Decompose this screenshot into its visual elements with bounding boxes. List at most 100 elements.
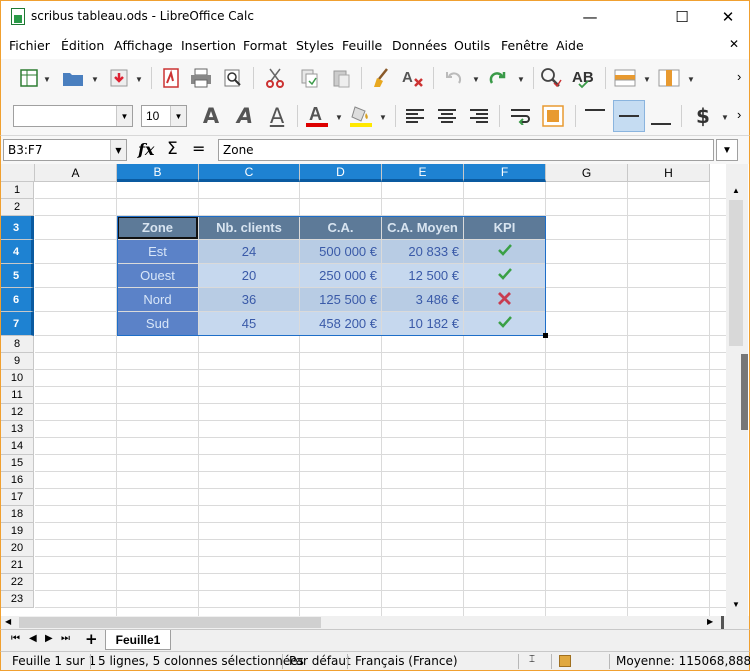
zone-cell[interactable]: Sud xyxy=(117,312,198,335)
row-header-18[interactable]: 18 xyxy=(1,506,34,523)
column-header-e[interactable]: E xyxy=(382,164,464,182)
kpi-cell[interactable] xyxy=(464,240,545,263)
close-document-icon[interactable]: ✕ xyxy=(729,37,739,51)
hscroll-thumb[interactable] xyxy=(19,617,321,628)
menu-feuille[interactable]: Feuille xyxy=(342,38,382,53)
clients-cell[interactable]: 24 xyxy=(199,240,299,263)
vertical-scrollbar[interactable]: ▲ ▼ xyxy=(726,164,748,616)
row-header-5[interactable]: 5 xyxy=(1,264,34,288)
clients-cell[interactable]: 45 xyxy=(199,312,299,335)
kpi-cell[interactable] xyxy=(464,264,545,287)
row-header-9[interactable]: 9 xyxy=(1,353,34,370)
cut-icon[interactable] xyxy=(263,66,287,90)
row-header-2[interactable]: 2 xyxy=(1,199,34,216)
autofill-handle[interactable] xyxy=(543,333,548,338)
column-header-c[interactable]: C xyxy=(199,164,300,182)
underline-icon[interactable]: A xyxy=(265,104,289,128)
chevron-down-icon[interactable]: ▼ xyxy=(135,75,143,84)
row-header-8[interactable]: 8 xyxy=(1,336,34,353)
scroll-thumb[interactable] xyxy=(729,200,743,346)
ca-moyen-cell[interactable]: 3 486 € xyxy=(382,288,463,311)
italic-icon[interactable]: A xyxy=(233,104,257,128)
currency-format-icon[interactable]: $ xyxy=(691,104,715,128)
toolbar-overflow-icon[interactable]: › xyxy=(737,69,741,84)
row-header-22[interactable]: 22 xyxy=(1,574,34,591)
row-icon[interactable] xyxy=(613,66,637,90)
menu-outils[interactable]: Outils xyxy=(454,38,490,53)
merge-cells-icon[interactable] xyxy=(541,104,565,128)
print-preview-icon[interactable] xyxy=(221,66,245,90)
add-sheet-button[interactable]: + xyxy=(85,630,98,648)
clients-cell[interactable]: 36 xyxy=(199,288,299,311)
ca-moyen-cell[interactable]: 10 182 € xyxy=(382,312,463,335)
name-box[interactable]: B3:F7 ▼ xyxy=(3,139,127,161)
clone-formatting-icon[interactable] xyxy=(369,66,393,90)
row-header-17[interactable]: 17 xyxy=(1,489,34,506)
scroll-left-icon[interactable]: ◀ xyxy=(5,617,11,626)
row-header-13[interactable]: 13 xyxy=(1,421,34,438)
undo-icon[interactable] xyxy=(441,66,465,90)
row-header-1[interactable]: 1 xyxy=(1,182,34,199)
chevron-down-icon[interactable]: ▼ xyxy=(687,75,695,84)
chevron-down-icon[interactable]: ▼ xyxy=(643,75,651,84)
column-header-h[interactable]: H xyxy=(628,164,710,182)
menu-format[interactable]: Format xyxy=(243,38,287,53)
column-header-f[interactable]: F xyxy=(464,164,546,182)
kpi-cell[interactable] xyxy=(464,288,545,311)
save-icon[interactable] xyxy=(107,66,131,90)
ca-moyen-cell[interactable]: 20 833 € xyxy=(382,240,463,263)
new-spreadsheet-icon[interactable] xyxy=(17,66,41,90)
first-sheet-icon[interactable]: ⏮ xyxy=(11,633,20,644)
language[interactable]: Français (France) xyxy=(355,654,458,668)
export-pdf-icon[interactable] xyxy=(159,66,183,90)
chevron-down-icon[interactable]: ▼ xyxy=(110,140,126,160)
ca-cell[interactable]: 250 000 € xyxy=(300,264,381,287)
ca-moyen-cell[interactable]: 12 500 € xyxy=(382,264,463,287)
menu-styles[interactable]: Styles xyxy=(296,38,334,53)
maximize-button[interactable]: ☐ xyxy=(659,1,705,32)
chevron-down-icon[interactable]: ▼ xyxy=(335,113,343,122)
page-style[interactable]: Par défaut xyxy=(289,654,351,668)
align-left-icon[interactable] xyxy=(403,104,427,128)
zone-cell[interactable]: Nord xyxy=(117,288,198,311)
table-header-cell[interactable]: KPI xyxy=(464,216,545,239)
align-middle-icon[interactable] xyxy=(613,100,645,132)
wrap-text-icon[interactable] xyxy=(509,104,533,128)
sheet-tab-feuille1[interactable]: Feuille1 xyxy=(105,630,171,650)
formula-icon[interactable]: = xyxy=(192,139,205,158)
table-header-cell[interactable]: C.A. Moyen xyxy=(382,216,463,239)
bold-icon[interactable]: A xyxy=(199,104,223,128)
scroll-up-icon[interactable]: ▲ xyxy=(732,186,740,195)
row-header-20[interactable]: 20 xyxy=(1,540,34,557)
row-header-12[interactable]: 12 xyxy=(1,404,34,421)
chevron-down-icon[interactable]: ▼ xyxy=(379,113,387,122)
menu-fichier[interactable]: Fichier xyxy=(9,38,50,53)
column-icon[interactable] xyxy=(657,66,681,90)
clear-formatting-icon[interactable]: A xyxy=(401,66,425,90)
print-icon[interactable] xyxy=(189,66,213,90)
minimize-button[interactable]: — xyxy=(567,1,613,32)
column-header-b[interactable]: B xyxy=(117,164,199,182)
kpi-cell[interactable] xyxy=(464,312,545,335)
table-header-cell[interactable]: C.A. xyxy=(300,216,381,239)
last-sheet-icon[interactable]: ⏭ xyxy=(61,633,70,644)
split-handle[interactable] xyxy=(721,616,724,629)
chevron-down-icon[interactable]: ▼ xyxy=(170,106,186,126)
previous-sheet-icon[interactable]: ◀ xyxy=(29,633,37,644)
clients-cell[interactable]: 20 xyxy=(199,264,299,287)
next-sheet-icon[interactable]: ▶ xyxy=(45,633,53,644)
chevron-down-icon[interactable]: ▼ xyxy=(517,75,525,84)
horizontal-scrollbar[interactable]: ◀ ▶ xyxy=(0,616,750,629)
formula-input[interactable]: Zone xyxy=(218,139,714,161)
open-folder-icon[interactable] xyxy=(61,66,85,90)
scroll-down-icon[interactable]: ▼ xyxy=(732,600,740,609)
table-header-cell[interactable]: Zone xyxy=(117,216,198,239)
zone-cell[interactable]: Ouest xyxy=(117,264,198,287)
menu-edition[interactable]: Édition xyxy=(61,38,104,53)
row-header-23[interactable]: 23 xyxy=(1,591,34,608)
toolbar-overflow-icon[interactable]: › xyxy=(737,107,741,122)
spelling-icon[interactable]: AB xyxy=(571,66,595,90)
row-header-3[interactable]: 3 xyxy=(1,216,34,240)
column-header-d[interactable]: D xyxy=(300,164,382,182)
close-button[interactable]: ✕ xyxy=(705,1,750,32)
